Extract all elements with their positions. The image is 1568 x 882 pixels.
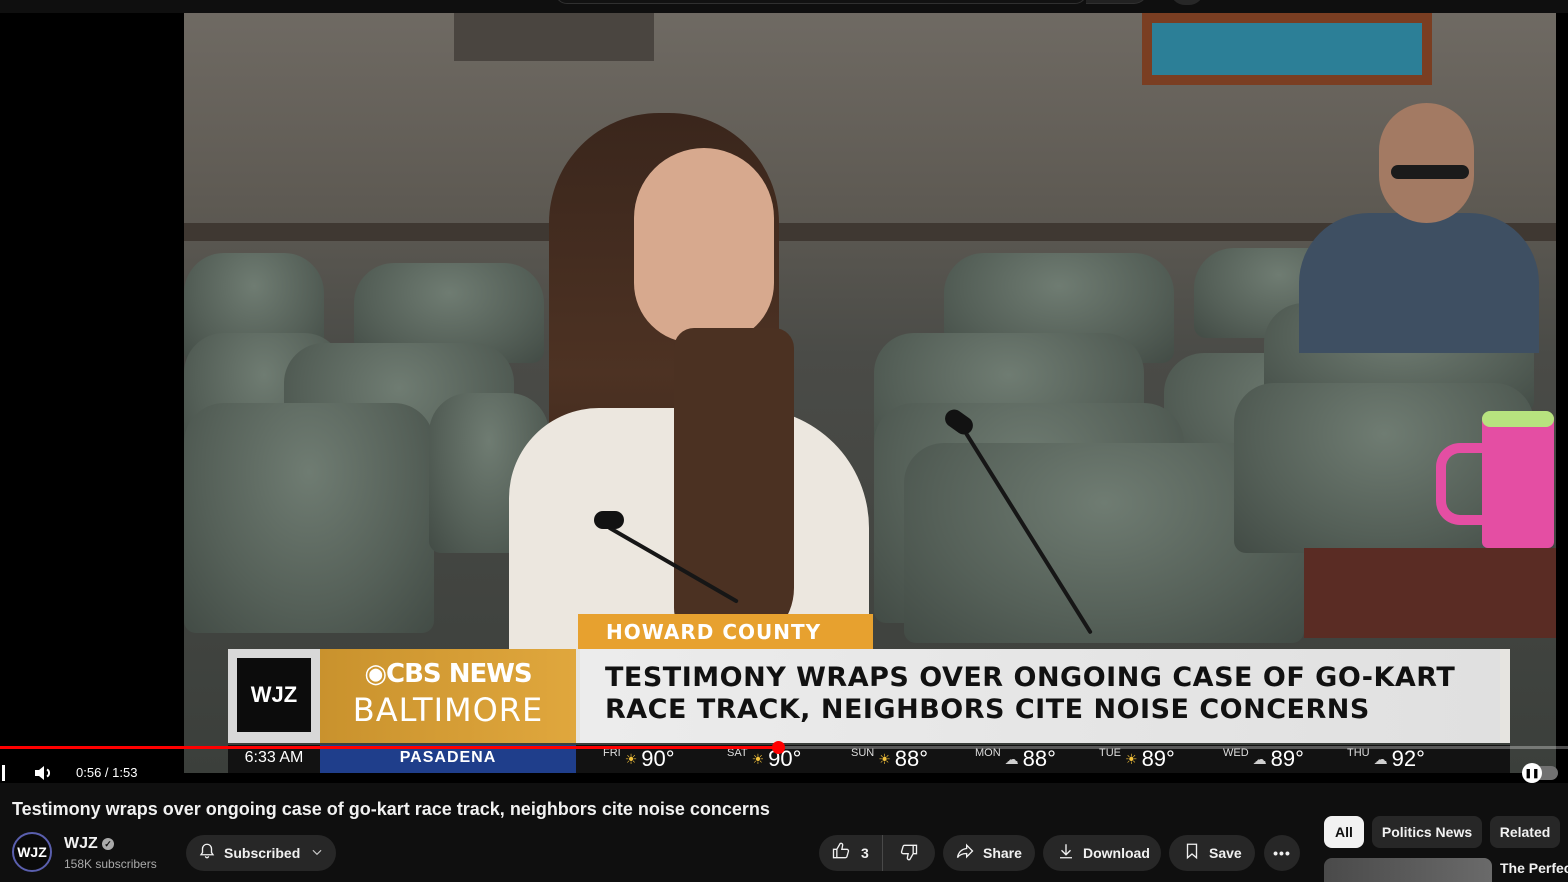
- partly-sunny-icon: ☀: [751, 750, 765, 767]
- ticker-location: PASADENA: [320, 745, 576, 773]
- station-logo: WJZ: [237, 658, 311, 732]
- lower-third-kicker: HOWARD COUNTY: [578, 614, 873, 650]
- man-head: [1379, 103, 1474, 223]
- forecast-temp: 88°: [1022, 746, 1056, 771]
- microphone: [594, 511, 624, 529]
- share-icon: [955, 841, 975, 866]
- more-actions-button[interactable]: •••: [1264, 835, 1300, 871]
- forecast-temp: 89°: [1270, 746, 1304, 771]
- thunderstorm-icon: ☁: [1252, 750, 1267, 767]
- forecast-day: SUN ☀ 88°: [851, 745, 975, 773]
- forecast-day: THU ☁ 92°: [1347, 745, 1471, 773]
- headline-line-2: RACE TRACK, NEIGHBORS CITE NOISE CONCERN…: [605, 694, 1370, 725]
- save-button[interactable]: Save: [1169, 835, 1255, 871]
- desk: [1304, 548, 1556, 638]
- download-label: Download: [1083, 845, 1150, 861]
- forecast-day: WED ☁ 89°: [1223, 745, 1347, 773]
- bookmark-icon: [1183, 842, 1201, 865]
- share-button[interactable]: Share: [943, 835, 1035, 871]
- brand-city: BALTIMORE: [352, 691, 544, 729]
- subscribed-label: Subscribed: [224, 845, 301, 861]
- save-label: Save: [1209, 845, 1242, 861]
- more-horizontal-icon: •••: [1273, 845, 1291, 861]
- forecast-temp: 92°: [1391, 746, 1425, 771]
- forecast-temp: 88°: [894, 746, 929, 771]
- download-icon: [1057, 842, 1075, 865]
- brand-cbs-news: ◉CBS NEWS: [364, 659, 532, 689]
- subscribed-button[interactable]: Subscribed: [186, 835, 336, 871]
- man-body: [1299, 213, 1539, 353]
- pause-icon: ❚❚: [1522, 763, 1542, 783]
- top-bar: [0, 0, 1568, 13]
- forecast-day: MON ☁ 88°: [975, 745, 1099, 773]
- weather-ticker: 6:33 AM PASADENA FRI ☀ 90° SAT ☀ 90° SUN ☀ 88° MO…: [228, 745, 1510, 773]
- cbs-eye-icon: ◉: [364, 659, 387, 689]
- thumbs-up-icon: [831, 841, 851, 866]
- forecast-temp: 89°: [1141, 746, 1175, 771]
- video-player[interactable]: HOWARD COUNTY WJZ ◉CBS NEWS BALTIMORE TE…: [0, 13, 1568, 783]
- subscriber-count: 158K subscribers: [64, 857, 157, 871]
- tumbler-lid: [1482, 411, 1554, 427]
- man-glasses: [1391, 165, 1469, 179]
- forecast-day: FRI ☀ 90°: [603, 745, 727, 773]
- partly-sunny-icon: ☀: [1125, 750, 1138, 767]
- progress-bar-played: [0, 746, 778, 749]
- like-dislike-group: 3: [819, 835, 935, 871]
- pink-tumbler: [1482, 413, 1554, 548]
- share-label: Share: [983, 845, 1022, 861]
- chip-all[interactable]: All: [1324, 816, 1364, 848]
- recommended-video-title[interactable]: The Perfec: [1500, 860, 1568, 876]
- ticker-time: 6:33 AM: [244, 749, 304, 766]
- verified-check-icon: ✓: [102, 838, 114, 850]
- chevron-down-icon: [310, 845, 324, 862]
- lower-third-headline: TESTIMONY WRAPS OVER ONGOING CASE OF GO-…: [580, 649, 1500, 743]
- channel-name[interactable]: WJZ: [64, 835, 98, 853]
- volume-icon[interactable]: [32, 761, 56, 783]
- forecast-day: TUE ☀ 89°: [1099, 745, 1223, 773]
- headline-line-1: TESTIMONY WRAPS OVER ONGOING CASE OF GO-…: [605, 662, 1456, 693]
- dislike-button[interactable]: [883, 835, 935, 871]
- chip-politics-news[interactable]: Politics News: [1372, 816, 1482, 848]
- thunderstorm-icon: ☁: [1004, 750, 1019, 767]
- next-video-icon[interactable]: [0, 765, 6, 781]
- search-button[interactable]: [1086, 0, 1148, 4]
- like-button[interactable]: 3: [819, 835, 883, 871]
- time-display: 0:56 / 1:53: [76, 765, 138, 780]
- youtube-watch-page: HOWARD COUNTY WJZ ◉CBS NEWS BALTIMORE TE…: [0, 0, 1568, 882]
- cup-handle: [1436, 443, 1488, 525]
- chip-related[interactable]: Related: [1490, 816, 1560, 848]
- download-button[interactable]: Download: [1043, 835, 1161, 871]
- autoplay-toggle[interactable]: ❚❚: [1522, 763, 1558, 783]
- video-title: Testimony wraps over ongoing case of go-…: [12, 799, 770, 819]
- speaking-woman: [509, 108, 904, 678]
- cbs-news-baltimore-brand: ◉CBS NEWS BALTIMORE: [320, 649, 576, 743]
- forecast-temp: 90°: [641, 746, 675, 771]
- forecast-day: SAT ☀ 90°: [727, 745, 851, 773]
- channel-avatar[interactable]: WJZ: [12, 832, 52, 872]
- seat: [184, 403, 434, 633]
- seated-man: [1299, 103, 1539, 353]
- voice-search-button[interactable]: [1170, 0, 1204, 5]
- partly-sunny-icon: ☀: [878, 750, 891, 767]
- forecast-strip: FRI ☀ 90° SAT ☀ 90° SUN ☀ 88° MON ☁ 88° TUE ☀ 89° WED ☁ 8…: [603, 745, 1508, 773]
- woman-face: [634, 148, 774, 343]
- recommended-video-thumbnail[interactable]: [1324, 858, 1492, 882]
- thunderstorm-icon: ☁: [1373, 750, 1388, 767]
- wall-picture: [1142, 13, 1432, 85]
- wall-panel: [454, 13, 654, 61]
- like-count: 3: [861, 845, 869, 861]
- scrubber-handle[interactable]: [772, 741, 785, 754]
- bell-icon: [198, 842, 216, 865]
- thumbs-down-icon: [899, 842, 919, 865]
- search-input[interactable]: [555, 0, 1087, 4]
- partly-sunny-icon: ☀: [624, 750, 638, 767]
